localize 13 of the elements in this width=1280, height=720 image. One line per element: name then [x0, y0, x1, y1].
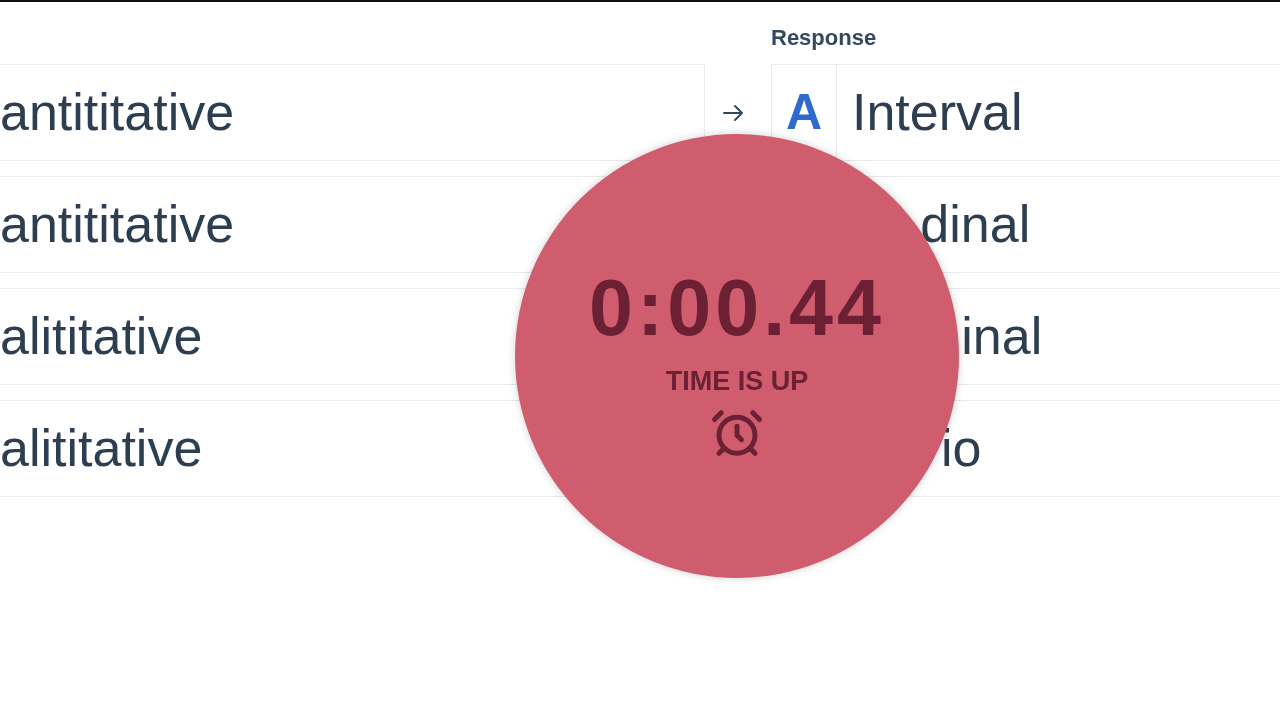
term-text: antititative	[0, 83, 235, 142]
term-text: alititative	[0, 307, 203, 366]
response-text: io	[940, 419, 982, 478]
time-up-text: TIME IS UP	[665, 367, 809, 397]
term-text: alititative	[0, 419, 203, 478]
response-text: Interval	[852, 83, 1023, 142]
response-text: inal	[961, 307, 1043, 366]
response-heading: Response	[771, 25, 877, 51]
option-letter: A	[785, 85, 823, 140]
response-text: dinal	[920, 195, 1031, 254]
term-text: antititative	[0, 195, 235, 254]
response-card[interactable]: A Interval	[771, 64, 1280, 161]
timer-readout: 0:00.44	[589, 268, 885, 347]
